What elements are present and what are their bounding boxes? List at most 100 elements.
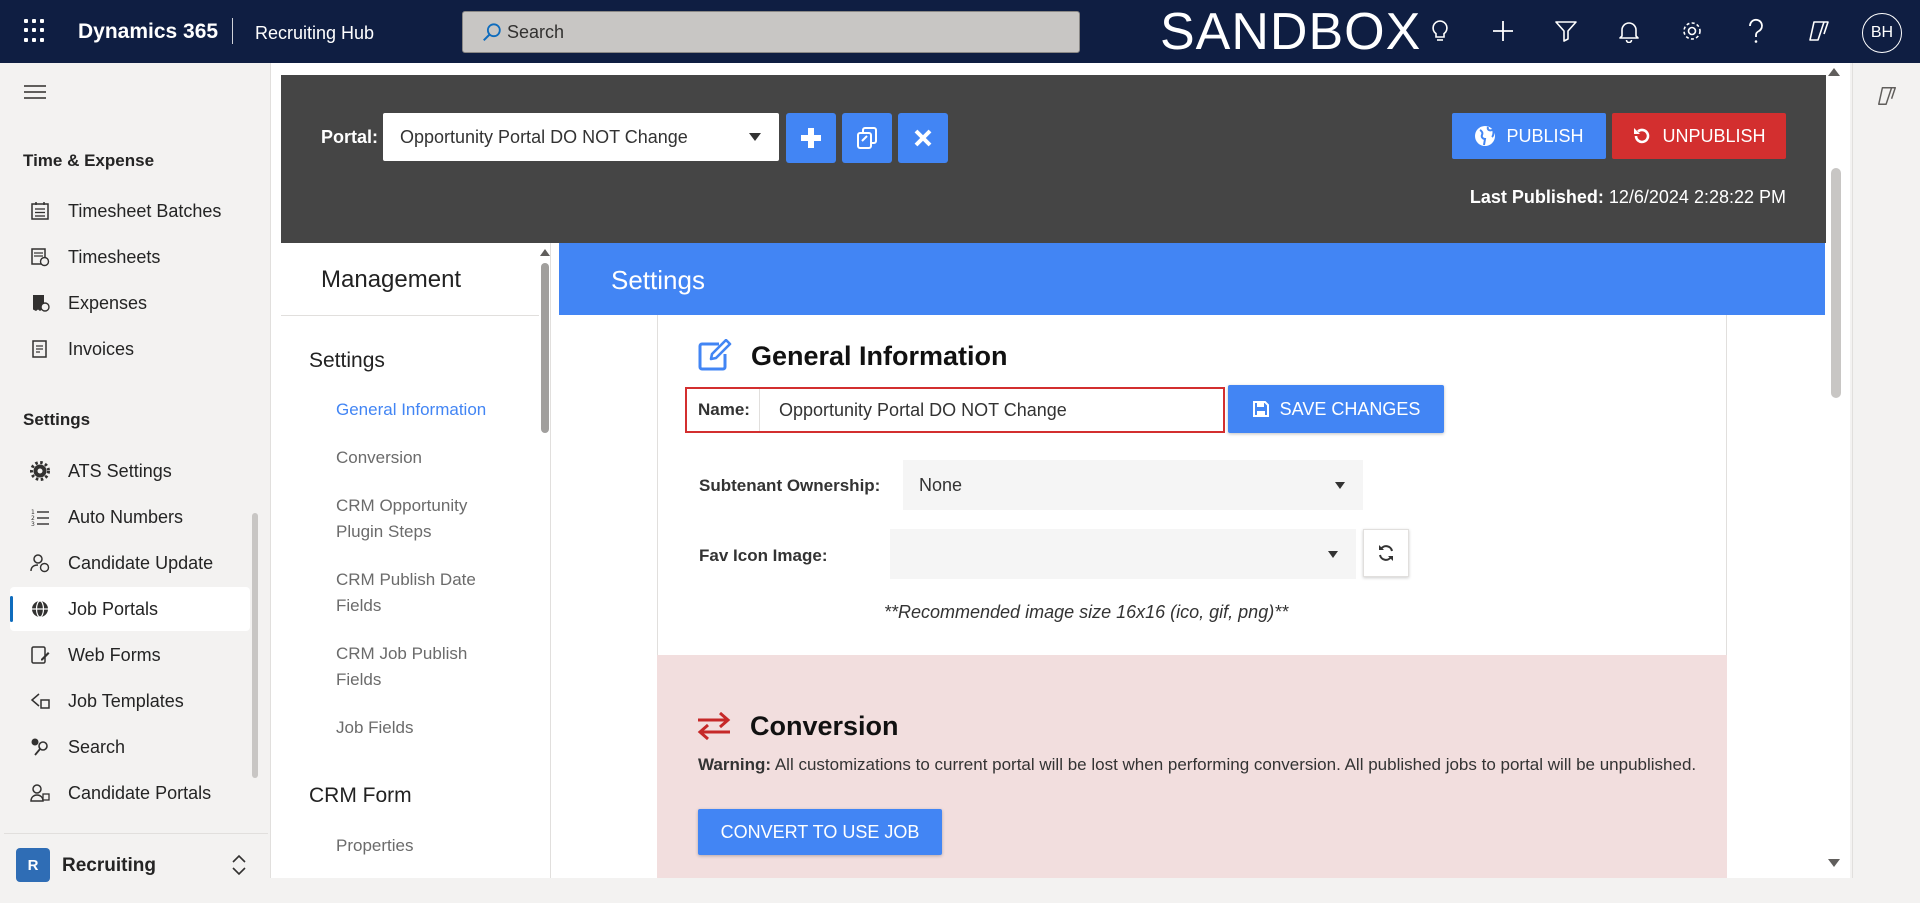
fav-icon-image-label: Fav Icon Image: [699, 546, 828, 565]
convert-to-use-job-button[interactable]: CONVERT TO USE JOB [698, 809, 942, 855]
timesheet-icon [26, 247, 54, 267]
form-edit-icon [26, 645, 54, 665]
gear-icon[interactable] [1678, 17, 1706, 45]
management-link-crm-opportunity-plugin-steps[interactable]: CRM Opportunity Plugin Steps [336, 493, 506, 545]
fav-icon-image-select[interactable] [890, 529, 1356, 579]
calendar-list-icon [26, 201, 54, 221]
plus-icon[interactable] [1489, 17, 1517, 45]
scroll-up-arrow-icon[interactable] [1828, 68, 1840, 76]
search-icon [483, 23, 501, 42]
nav-item-candidate-portals[interactable]: Candidate Portals [10, 771, 250, 815]
management-link-crm-job-publish-fields[interactable]: CRM Job Publish Fields [336, 641, 506, 693]
globe-icon [1475, 126, 1496, 146]
scroll-down-arrow-icon[interactable] [1828, 859, 1840, 867]
area-switcher[interactable]: R Recruiting [4, 833, 268, 893]
nav-item-auto-numbers[interactable]: 123 Auto Numbers [10, 495, 250, 539]
caret-down-icon [1335, 482, 1345, 489]
search-input[interactable] [507, 12, 1067, 52]
management-link-general-information[interactable]: General Information [336, 397, 516, 423]
refresh-fav-icon-button[interactable] [1363, 529, 1409, 577]
conversion-title: Conversion [750, 711, 899, 741]
portal-select[interactable]: Opportunity Portal DO NOT Change [383, 113, 779, 161]
management-link-crm-publish-date-fields[interactable]: CRM Publish Date Fields [336, 567, 506, 619]
nav-item-label: Timesheets [68, 246, 161, 267]
management-scrollbar[interactable] [541, 263, 549, 433]
add-portal-button[interactable] [786, 113, 836, 163]
name-field[interactable]: Name: Opportunity Portal DO NOT Change [685, 387, 1225, 433]
subtenant-ownership-select[interactable]: None [903, 460, 1363, 510]
management-menu: Management Settings General Information … [281, 243, 551, 878]
settings-header-title: Settings [611, 265, 705, 295]
environment-label: SANDBOX [1160, 3, 1422, 61]
subtenant-ownership-value: None [919, 475, 963, 495]
subtenant-ownership-label: Subtenant Ownership: [699, 476, 881, 495]
main-content: Portal: Opportunity Portal DO NOT Change… [270, 63, 1850, 878]
nav-item-job-templates[interactable]: Job Templates [10, 679, 250, 723]
sitemap-scrollbar[interactable] [252, 513, 258, 778]
user-avatar[interactable]: BH [1862, 13, 1902, 53]
nav-item-expenses[interactable]: Expenses [10, 281, 250, 325]
management-link-conversion[interactable]: Conversion [336, 445, 516, 471]
save-changes-label: SAVE CHANGES [1279, 398, 1421, 419]
delete-portal-button[interactable] [898, 113, 948, 163]
copy-icon [857, 127, 877, 149]
publish-button[interactable]: PUBLISH [1452, 113, 1606, 159]
area-label: Recruiting [62, 855, 156, 876]
conversion-card: Conversion Warning: All customizations t… [657, 655, 1727, 878]
nav-item-label: Invoices [68, 338, 135, 359]
management-link-properties[interactable]: Properties [336, 833, 516, 859]
numbered-list-icon: 123 [26, 507, 54, 527]
management-section-settings: Settings [309, 349, 385, 372]
site-map: Time & Expense Timesheet Batches Timeshe… [4, 63, 268, 903]
gear-icon [26, 461, 54, 481]
globe-icon [26, 599, 54, 619]
nav-item-job-portals[interactable]: Job Portals [10, 587, 250, 631]
unpublish-button[interactable]: UNPUBLISH [1612, 113, 1786, 159]
receipt-icon [26, 293, 54, 313]
app-window: Dynamics 365 Recruiting Hub SANDBOX BH [0, 0, 1920, 903]
app-name[interactable]: Dynamics 365 [78, 20, 218, 44]
bell-icon[interactable] [1615, 17, 1643, 45]
nav-item-label: Timesheet Batches [68, 200, 222, 221]
area-badge: R [16, 848, 50, 882]
copilot-icon[interactable] [1875, 85, 1899, 107]
people-icon [26, 783, 54, 803]
save-changes-button[interactable]: SAVE CHANGES [1228, 385, 1444, 433]
nav-item-label: ATS Settings [68, 460, 172, 481]
divider [281, 315, 539, 316]
management-link-job-fields[interactable]: Job Fields [336, 715, 516, 741]
nav-item-web-forms[interactable]: Web Forms [10, 633, 250, 677]
close-icon [914, 129, 932, 147]
scroll-up-arrow-icon[interactable] [540, 249, 550, 256]
divider [759, 389, 760, 431]
nav-item-timesheets[interactable]: Timesheets [10, 235, 250, 279]
app-launcher-icon[interactable] [24, 19, 48, 43]
filter-icon[interactable] [1552, 17, 1580, 45]
edit-icon [698, 339, 732, 371]
conversion-warning: Warning: All customizations to current p… [698, 755, 1698, 775]
publish-label: PUBLISH [1506, 125, 1584, 146]
nav-item-candidate-update[interactable]: Candidate Update [10, 541, 250, 585]
undo-icon [1634, 128, 1650, 144]
portal-select-value: Opportunity Portal DO NOT Change [400, 127, 688, 147]
nav-item-label: Candidate Update [68, 552, 214, 573]
global-search[interactable] [462, 11, 1080, 53]
exchange-arrows-icon [697, 712, 731, 740]
hamburger-menu-icon[interactable] [24, 85, 50, 101]
copy-portal-button[interactable] [842, 113, 892, 163]
nav-group-settings: Settings [23, 410, 91, 429]
copilot-icon[interactable] [1805, 17, 1833, 45]
help-icon[interactable] [1742, 17, 1770, 45]
main-scrollbar-thumb[interactable] [1831, 168, 1841, 398]
last-published-value: 12/6/2024 2:28:22 PM [1608, 187, 1786, 207]
nav-item-timesheet-batches[interactable]: Timesheet Batches [10, 189, 250, 233]
management-section-crm-form: CRM Form [309, 784, 412, 807]
nav-item-invoices[interactable]: Invoices [10, 327, 250, 371]
nav-item-ats-settings[interactable]: ATS Settings [10, 449, 250, 493]
area-name[interactable]: Recruiting Hub [255, 23, 374, 44]
name-input[interactable]: Opportunity Portal DO NOT Change [779, 400, 1067, 421]
lightbulb-icon[interactable] [1426, 17, 1454, 45]
caret-down-icon [1328, 551, 1338, 558]
right-side-pane [1852, 63, 1920, 878]
nav-item-search[interactable]: Search [10, 725, 250, 769]
